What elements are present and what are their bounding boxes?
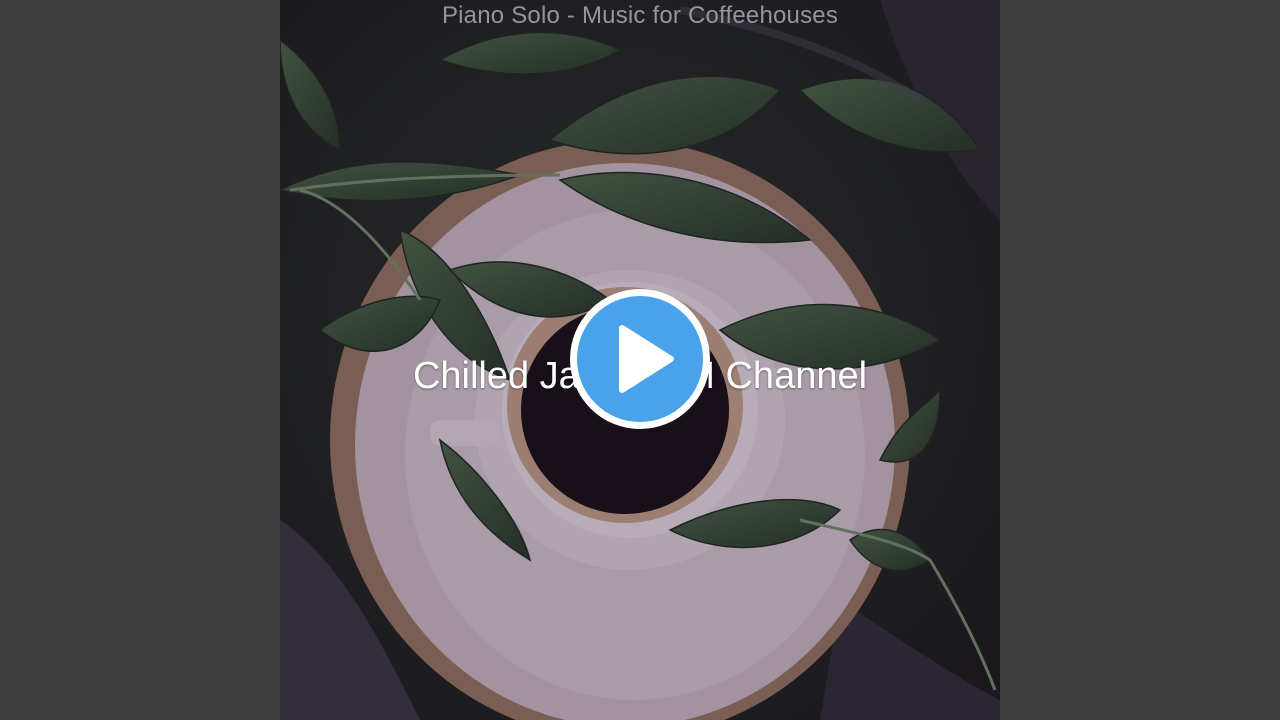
cover-top-text: Piano Solo - Music for Coffeehouses <box>441 2 839 29</box>
play-icon <box>570 289 710 429</box>
video-stage[interactable]: Piano Solo - Music for Coffeehouses Chil… <box>0 0 1280 720</box>
play-button[interactable] <box>567 286 713 432</box>
